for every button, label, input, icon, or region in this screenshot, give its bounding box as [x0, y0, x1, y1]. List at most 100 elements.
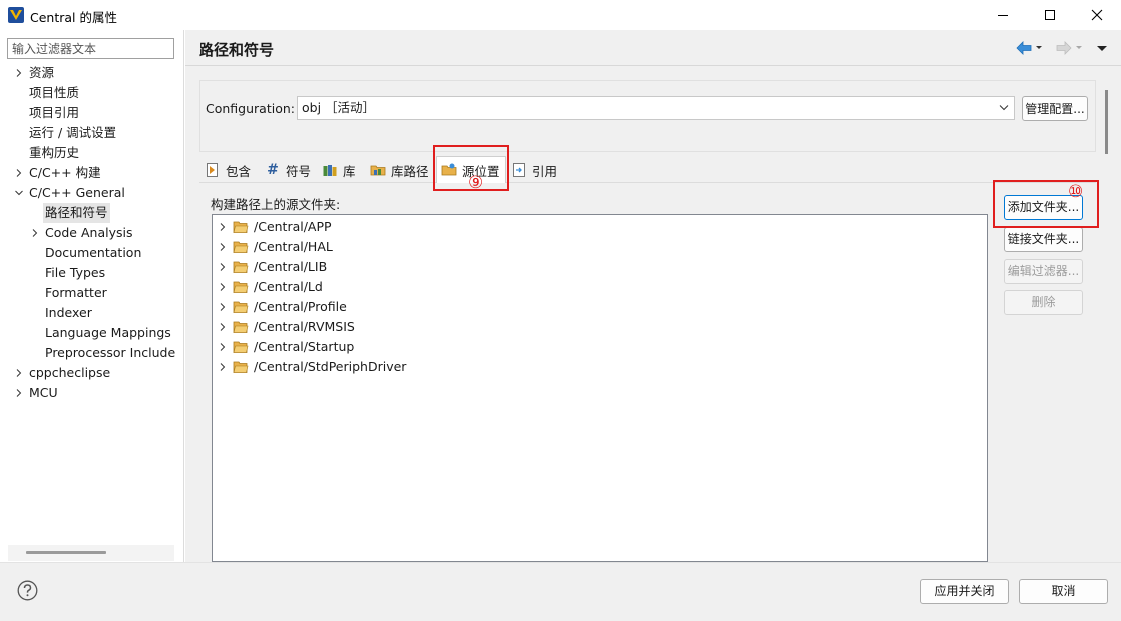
scrollbar-thumb[interactable]	[26, 551, 106, 554]
folder-path: /Central/Profile	[254, 299, 347, 314]
folder-row[interactable]: /Central/RVMSIS	[218, 317, 978, 337]
tree-item[interactable]: Preprocessor Include	[0, 343, 184, 363]
folder-path: /Central/APP	[254, 219, 332, 234]
page-title: 路径和符号	[199, 41, 275, 59]
folder-icon	[233, 301, 249, 313]
chevron-down-icon	[999, 105, 1009, 111]
tree-item[interactable]: Code Analysis	[0, 223, 184, 243]
apply-and-close-button[interactable]: 应用并关闭	[920, 579, 1009, 604]
folder-path: /Central/RVMSIS	[254, 319, 355, 334]
folder-row[interactable]: /Central/StdPeriphDriver	[218, 357, 978, 377]
filter-input[interactable]	[7, 38, 174, 59]
chevron-right-icon[interactable]	[14, 68, 24, 78]
tree-item-label: 项目性质	[29, 85, 80, 100]
tree-item[interactable]: 重构历史	[0, 143, 184, 163]
chevron-right-icon[interactable]	[218, 222, 228, 232]
tree-item-label: 重构历史	[29, 145, 80, 160]
tree-item[interactable]: MCU	[0, 383, 184, 403]
chevron-right-icon[interactable]	[218, 362, 228, 372]
folder-icon	[233, 321, 249, 333]
chevron-right-icon[interactable]	[218, 282, 228, 292]
chevron-right-icon[interactable]	[14, 168, 24, 178]
folder-row[interactable]: /Central/LIB	[218, 257, 978, 277]
tab-symbols[interactable]: # 符号	[261, 158, 315, 182]
tree-item[interactable]: Documentation	[0, 243, 184, 263]
maximize-icon	[1045, 10, 1055, 20]
folder-row[interactable]: /Central/Ld	[218, 277, 978, 297]
tree-item-label: 资源	[29, 65, 55, 80]
folder-path: /Central/StdPeriphDriver	[254, 359, 407, 374]
tree-item[interactable]: 运行 / 调试设置	[0, 123, 184, 143]
tab-label: 库路径	[391, 163, 429, 179]
tree-item[interactable]: cppcheclipse	[0, 363, 184, 383]
tree-item[interactable]: 项目性质	[0, 83, 184, 103]
folder-icon	[233, 241, 249, 253]
tab-library-paths[interactable]: 库路径	[366, 158, 433, 182]
folder-row[interactable]: /Central/APP	[218, 217, 978, 237]
chevron-right-icon[interactable]	[14, 368, 24, 378]
tree-item-label: Documentation	[45, 245, 142, 260]
include-icon	[207, 163, 218, 177]
view-menu-button[interactable]	[1096, 40, 1108, 56]
close-icon	[1091, 9, 1103, 21]
forward-button[interactable]	[1055, 40, 1083, 56]
tree-item-label: Code Analysis	[45, 225, 133, 240]
tree-item[interactable]: Indexer	[0, 303, 184, 323]
maximize-button[interactable]	[1027, 0, 1073, 30]
tree-item[interactable]: C/C++ General	[0, 183, 184, 203]
annotation-marker-9: ⑨	[468, 173, 484, 193]
tree-item-label: Indexer	[45, 305, 92, 320]
chevron-right-icon[interactable]	[218, 322, 228, 332]
window-title: Central 的属性	[30, 10, 117, 25]
page-header	[185, 30, 1121, 66]
folder-path: /Central/Ld	[254, 279, 323, 294]
edit-filter-button[interactable]: 编辑过滤器...	[1004, 259, 1083, 284]
tab-references[interactable]: 引用	[507, 158, 561, 182]
tree-item[interactable]: Formatter	[0, 283, 184, 303]
close-button[interactable]	[1074, 0, 1120, 30]
folder-row[interactable]: /Central/Startup	[218, 337, 978, 357]
delete-button[interactable]: 删除	[1004, 290, 1083, 315]
tree-item-label: MCU	[29, 385, 58, 400]
chevron-right-icon[interactable]	[218, 262, 228, 272]
help-icon[interactable]	[17, 580, 38, 601]
minimize-button[interactable]	[980, 0, 1026, 30]
cancel-button[interactable]: 取消	[1019, 579, 1108, 604]
tree-item[interactable]: 路径和符号	[0, 203, 184, 223]
source-folders-label: 构建路径上的源文件夹:	[211, 197, 341, 212]
back-button[interactable]	[1015, 40, 1043, 56]
tree-item-label: Language Mappings	[45, 325, 171, 340]
configuration-select[interactable]: obj ［活动］	[297, 96, 1015, 120]
tree-item[interactable]: File Types	[0, 263, 184, 283]
tree-item[interactable]: 项目引用	[0, 103, 184, 123]
tree-item-label: cppcheclipse	[29, 365, 111, 380]
app-logo-icon	[8, 7, 24, 23]
tab-libraries[interactable]: 库	[318, 158, 360, 182]
tree-item-label: Preprocessor Include	[45, 345, 176, 360]
library-path-icon	[370, 165, 386, 176]
scrollbar-thumb[interactable]	[1105, 90, 1108, 154]
tree-item[interactable]: Language Mappings	[0, 323, 184, 343]
link-folder-button[interactable]: 链接文件夹...	[1004, 227, 1083, 252]
folder-path: /Central/HAL	[254, 239, 333, 254]
forward-arrow-icon	[1056, 41, 1082, 55]
folder-icon	[233, 361, 249, 373]
tree-item-label: C/C++ 构建	[29, 165, 101, 180]
chevron-right-icon[interactable]	[30, 228, 40, 238]
tree-item[interactable]: 资源	[0, 63, 184, 83]
folder-row[interactable]: /Central/HAL	[218, 237, 978, 257]
library-icon	[323, 165, 337, 176]
folder-path: /Central/Startup	[254, 339, 355, 354]
tab-label: 符号	[286, 163, 312, 179]
folder-row[interactable]: /Central/Profile	[218, 297, 978, 317]
chevron-down-icon[interactable]	[14, 188, 24, 198]
manage-configurations-button[interactable]: 管理配置...	[1022, 96, 1088, 121]
tab-includes[interactable]: 包含	[201, 158, 255, 182]
chevron-right-icon[interactable]	[14, 388, 24, 398]
chevron-right-icon[interactable]	[218, 242, 228, 252]
tree-item-label: File Types	[45, 265, 106, 280]
chevron-right-icon[interactable]	[218, 342, 228, 352]
chevron-right-icon[interactable]	[218, 302, 228, 312]
references-icon	[513, 163, 525, 177]
tree-item[interactable]: C/C++ 构建	[0, 163, 184, 183]
